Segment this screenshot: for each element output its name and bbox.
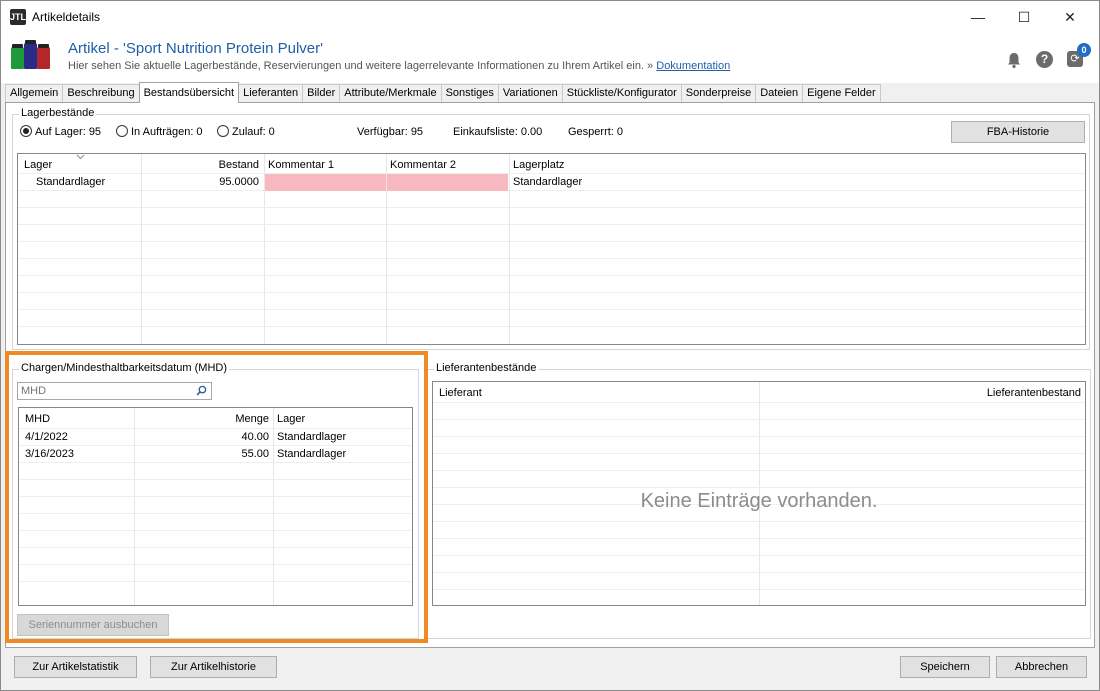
tab-attribute-merkmale[interactable]: Attribute/Merkmale — [339, 84, 442, 103]
mhd-row-menge[interactable]: 40.00 — [134, 429, 273, 446]
title-bar: JTL Artikeldetails — ☐ ✕ — [1, 1, 1099, 33]
mhd-title: Chargen/Mindesthaltbarkeitsdatum (MHD) — [19, 362, 230, 374]
bell-icon[interactable] — [1005, 51, 1023, 69]
page-subtitle: Hier sehen Sie aktuelle Lagerbestände, R… — [68, 60, 730, 72]
mhd-row-date[interactable]: 4/1/2022 — [21, 429, 131, 446]
notification-badge: 0 — [1077, 43, 1091, 57]
mhd-row-lager[interactable]: Standardlager — [273, 446, 411, 463]
mhd-search-input[interactable] — [18, 383, 188, 399]
speichern-button[interactable]: Speichern — [900, 656, 990, 678]
col-mhd[interactable]: MHD — [21, 411, 131, 428]
tab-dateien[interactable]: Dateien — [755, 84, 804, 103]
fba-historie-button[interactable]: FBA-Historie — [951, 121, 1085, 143]
documentation-link[interactable]: Dokumentation — [656, 60, 730, 72]
tab-sonstiges[interactable]: Sonstiges — [440, 84, 499, 103]
abbrechen-button[interactable]: Abbrechen — [996, 656, 1087, 678]
radio-in-auftraegen[interactable]: In Aufträgen: 0 — [116, 125, 203, 138]
col-mhd-lager[interactable]: Lager — [273, 411, 411, 428]
help-icon[interactable]: ? — [1036, 51, 1053, 68]
article-header: Artikel - 'Sport Nutrition Protein Pulve… — [1, 33, 1099, 83]
tab-lieferanten[interactable]: Lieferanten — [238, 84, 304, 103]
tab-variationen[interactable]: Variationen — [497, 84, 563, 103]
seriennummer-ausbuchen-button[interactable]: Seriennummer ausbuchen — [17, 614, 169, 636]
app-logo-icon: JTL — [10, 9, 26, 25]
verfuegbar-label: Verfügbar: 95 — [357, 126, 424, 138]
col-lager[interactable]: Lager — [20, 157, 138, 174]
tab-stückliste-konfigurator[interactable]: Stückliste/Konfigurator — [561, 84, 682, 103]
product-image — [11, 40, 51, 69]
col-bestand[interactable]: Bestand — [141, 157, 263, 174]
artikelhistorie-button[interactable]: Zur Artikelhistorie — [150, 656, 277, 678]
window-title: Artikeldetails — [32, 10, 101, 24]
col-menge[interactable]: Menge — [134, 411, 273, 428]
empty-message: Keine Einträge vorhanden. — [640, 490, 878, 512]
tab-bestandsübersicht[interactable]: Bestandsübersicht — [138, 82, 240, 103]
close-button[interactable]: ✕ — [1047, 1, 1093, 33]
lieferanten-grid: Lieferant Lieferantenbestand Keine Eintr… — [432, 381, 1086, 606]
tab-bilder[interactable]: Bilder — [302, 84, 341, 103]
radio-in-auftraegen-label: In Aufträgen: 0 — [131, 126, 203, 138]
mhd-search-box — [17, 382, 212, 400]
radio-auf-lager[interactable]: Auf Lager: 95 — [20, 125, 101, 138]
lager-row-lager[interactable]: Standardlager — [32, 174, 138, 191]
mhd-grid: MHD Menge Lager 4/1/2022 40.00 Standardl… — [18, 407, 413, 606]
mhd-row-lager[interactable]: Standardlager — [273, 429, 411, 446]
col-lieferantenbestand[interactable]: Lieferantenbestand — [759, 385, 1085, 402]
lieferantenbestaende-title: Lieferantenbestände — [434, 362, 539, 374]
radio-auf-lager-label: Auf Lager: 95 — [35, 126, 102, 138]
col-lieferant[interactable]: Lieferant — [435, 385, 735, 402]
einkaufsliste-label: Einkaufsliste: 0.00 — [453, 126, 543, 138]
tab-eigene-felder[interactable]: Eigene Felder — [802, 84, 881, 103]
radio-zulauf-label: Zulauf: 0 — [232, 126, 275, 138]
mhd-row-menge[interactable]: 55.00 — [134, 446, 273, 463]
tab-panel-bestandsuebersicht: Lagerbestände Auf Lager: 95 In Aufträgen… — [5, 102, 1095, 648]
minimize-button[interactable]: — — [955, 1, 1001, 33]
maximize-button[interactable]: ☐ — [1001, 1, 1047, 33]
radio-zulauf[interactable]: Zulauf: 0 — [217, 125, 275, 138]
search-icon[interactable] — [196, 385, 207, 396]
tab-sonderpreise[interactable]: Sonderpreise — [680, 84, 757, 103]
subtitle-text: Hier sehen Sie aktuelle Lagerbestände, R… — [68, 60, 654, 72]
artikelstatistik-button[interactable]: Zur Artikelstatistik — [14, 656, 137, 678]
page-title: Artikel - 'Sport Nutrition Protein Pulve… — [68, 40, 323, 57]
gesperrt-label: Gesperrt: 0 — [568, 126, 624, 138]
artikeldetails-window: JTL Artikeldetails — ☐ ✕ Artikel - 'Spor… — [0, 0, 1100, 691]
lager-row-lagerplatz[interactable]: Standardlager — [509, 174, 709, 191]
lager-row-bestand[interactable]: 95.0000 — [141, 174, 263, 191]
col-lagerplatz[interactable]: Lagerplatz — [509, 157, 709, 174]
tab-beschreibung[interactable]: Beschreibung — [62, 84, 140, 103]
col-kommentar2[interactable]: Kommentar 2 — [386, 157, 508, 174]
col-kommentar1[interactable]: Kommentar 1 — [264, 157, 386, 174]
tab-allgemein[interactable]: Allgemein — [5, 84, 64, 103]
lagerbestaende-title: Lagerbestände — [19, 107, 97, 119]
lager-grid: Lager Bestand Kommentar 1 Kommentar 2 La… — [17, 153, 1086, 345]
lager-row-kommentar2[interactable] — [387, 174, 508, 191]
mhd-row-date[interactable]: 3/16/2023 — [21, 446, 131, 463]
tab-strip: Allgemein Beschreibung Bestandsübersicht Li… — [5, 82, 881, 103]
lager-row-kommentar1[interactable] — [265, 174, 386, 191]
